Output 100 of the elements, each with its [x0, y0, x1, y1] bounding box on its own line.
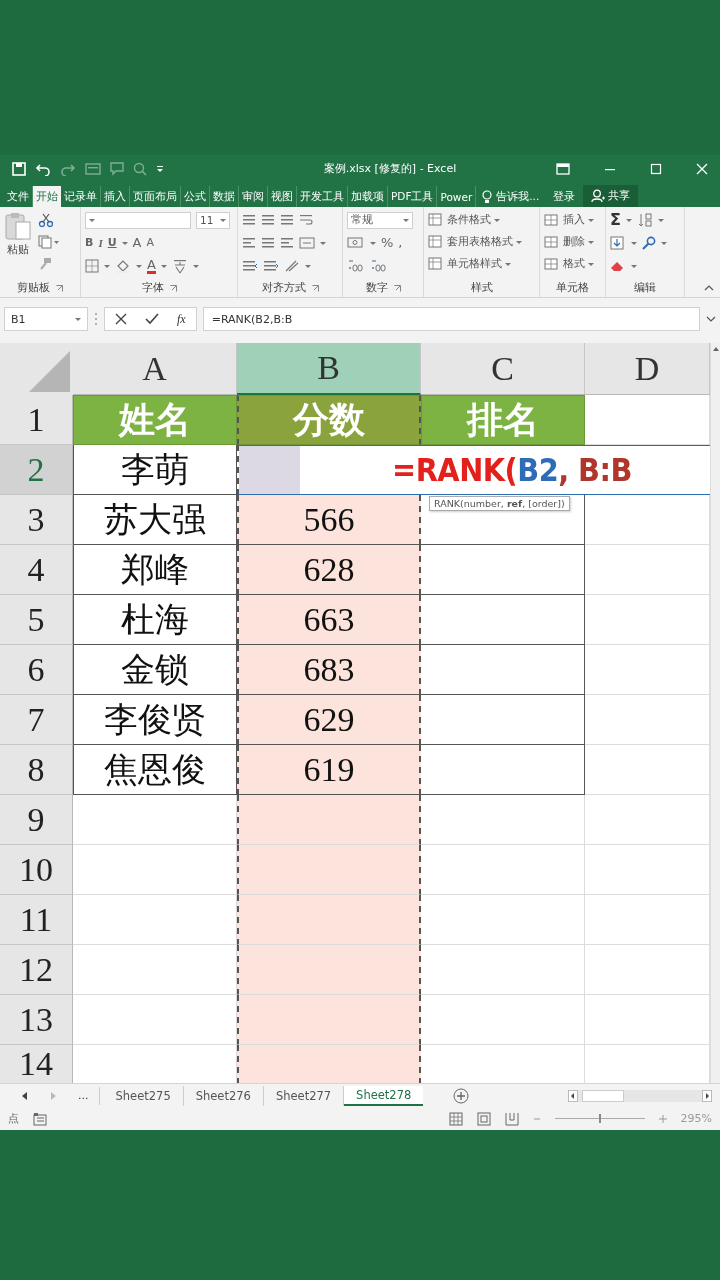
caret-down-icon[interactable] [75, 317, 81, 321]
orientation-icon[interactable] [284, 259, 300, 273]
caret-down-icon[interactable] [370, 241, 376, 245]
caret-down-icon[interactable] [160, 264, 167, 268]
border-icon[interactable] [85, 259, 99, 273]
align-center-icon[interactable] [261, 236, 275, 250]
row-header[interactable]: 6 [0, 645, 73, 695]
caret-down-icon[interactable] [89, 218, 95, 222]
percent-button[interactable]: % [381, 235, 394, 251]
ribbon-tab[interactable]: 开始 [33, 186, 61, 207]
column-header[interactable]: B [237, 343, 421, 395]
insert-function-button[interactable]: fx [177, 311, 186, 327]
column-header[interactable]: A [73, 343, 237, 395]
dialog-launcher-icon[interactable] [56, 284, 63, 292]
caret-down-icon[interactable] [104, 264, 110, 268]
italic-button[interactable]: I [98, 235, 103, 251]
align-top-icon[interactable] [242, 213, 256, 227]
row-header[interactable]: 11 [0, 895, 73, 945]
conditional-format-button[interactable]: 条件格式 [428, 211, 535, 229]
decrease-indent-icon[interactable] [242, 259, 258, 273]
enter-icon[interactable] [145, 313, 159, 325]
redo-icon[interactable] [60, 161, 76, 176]
dialog-launcher-icon[interactable] [393, 284, 401, 292]
row-header[interactable]: 3 [0, 495, 73, 545]
row-header[interactable]: 4 [0, 545, 73, 595]
ribbon-display-icon[interactable] [556, 162, 570, 175]
caret-down-icon[interactable] [136, 264, 142, 268]
horizontal-scrollbar[interactable] [568, 1089, 712, 1102]
close-icon[interactable] [696, 162, 708, 175]
formula-input[interactable]: =RANK(B2,B:B [202, 307, 700, 331]
column-header[interactable]: D [585, 343, 710, 395]
underline-button[interactable]: U [107, 235, 117, 251]
caret-down-icon[interactable] [192, 264, 199, 268]
scissors-icon[interactable] [38, 213, 54, 227]
undo-icon[interactable] [35, 161, 51, 176]
paste-button[interactable]: 粘贴 [4, 211, 32, 279]
decrease-decimal-icon[interactable] [370, 259, 388, 273]
fill-color-icon[interactable] [115, 259, 131, 273]
sheet-tab[interactable]: Sheet275 [103, 1085, 184, 1106]
collapse-ribbon-icon[interactable] [704, 285, 714, 291]
font-name-field[interactable] [85, 211, 191, 229]
align-middle-icon[interactable] [261, 213, 275, 227]
page-break-icon[interactable] [504, 1111, 519, 1126]
name-box[interactable]: B1 [4, 307, 88, 331]
row-header[interactable]: 12 [0, 945, 73, 995]
font-color-button[interactable]: A [147, 258, 156, 274]
row-header[interactable]: 1 [0, 395, 73, 445]
currency-icon[interactable] [347, 236, 365, 250]
font-size-field[interactable]: 11 [196, 211, 230, 229]
grow-font-button[interactable]: A [132, 235, 142, 251]
scroll-left-icon[interactable] [22, 1091, 28, 1100]
fill-down-icon[interactable] [610, 236, 626, 250]
scroll-right-icon[interactable] [702, 1089, 712, 1102]
normal-view-icon[interactable] [448, 1111, 463, 1126]
form-icon[interactable] [85, 161, 101, 176]
comment-icon[interactable] [110, 161, 124, 176]
sign-in-link[interactable]: 登录 [545, 186, 584, 207]
caret-down-icon[interactable] [661, 241, 667, 245]
increase-indent-icon[interactable] [263, 259, 279, 273]
sheet-tab[interactable]: Sheet278 [344, 1085, 424, 1106]
caret-down-icon[interactable] [657, 218, 664, 222]
search-icon[interactable] [642, 236, 656, 250]
row-header[interactable]: 9 [0, 795, 73, 845]
row-header[interactable]: 13 [0, 995, 73, 1045]
vertical-scrollbar[interactable] [710, 343, 720, 1083]
insert-button[interactable]: 插入 [544, 211, 601, 229]
cell-styles-button[interactable]: 单元格样式 [428, 255, 535, 273]
phonetic-icon[interactable] [171, 258, 188, 274]
row-header[interactable]: 5 [0, 595, 73, 645]
eraser-icon[interactable] [610, 260, 626, 272]
bold-button[interactable]: B [85, 235, 94, 251]
sheet-tab[interactable]: Sheet276 [183, 1085, 264, 1106]
table-format-button[interactable]: 套用表格格式 [428, 233, 535, 251]
scroll-left-icon[interactable] [568, 1089, 578, 1102]
row-header[interactable]: 10 [0, 845, 73, 895]
dialog-launcher-icon[interactable] [169, 284, 177, 292]
increase-decimal-icon[interactable] [347, 259, 365, 273]
add-sheet-icon[interactable] [453, 1087, 470, 1104]
column-header[interactable]: C [421, 343, 585, 395]
zoom-icon[interactable] [133, 161, 147, 176]
align-bottom-icon[interactable] [280, 213, 294, 227]
caret-down-icon[interactable] [220, 218, 226, 222]
cancel-icon[interactable] [115, 313, 127, 325]
copy-icon[interactable] [38, 235, 60, 249]
zoom-slider-thumb[interactable] [598, 1114, 601, 1123]
delete-button[interactable]: 删除 [544, 233, 601, 251]
save-icon[interactable] [12, 161, 26, 176]
caret-down-icon[interactable] [625, 218, 632, 222]
more-sheets-button[interactable]: ... [78, 1086, 100, 1105]
number-format-field[interactable]: 常规 [347, 211, 413, 229]
caret-down-icon[interactable] [121, 241, 128, 245]
align-right-icon[interactable] [280, 236, 294, 250]
comma-style-button[interactable]: , [398, 235, 403, 251]
row-header[interactable]: 8 [0, 745, 73, 795]
autosum-button[interactable]: Σ [610, 212, 621, 228]
caret-down-icon[interactable] [403, 218, 409, 222]
macro-record-icon[interactable] [33, 1111, 47, 1126]
format-painter-icon[interactable] [38, 257, 52, 271]
caret-down-icon[interactable] [305, 264, 311, 268]
dialog-launcher-icon[interactable] [311, 284, 319, 292]
